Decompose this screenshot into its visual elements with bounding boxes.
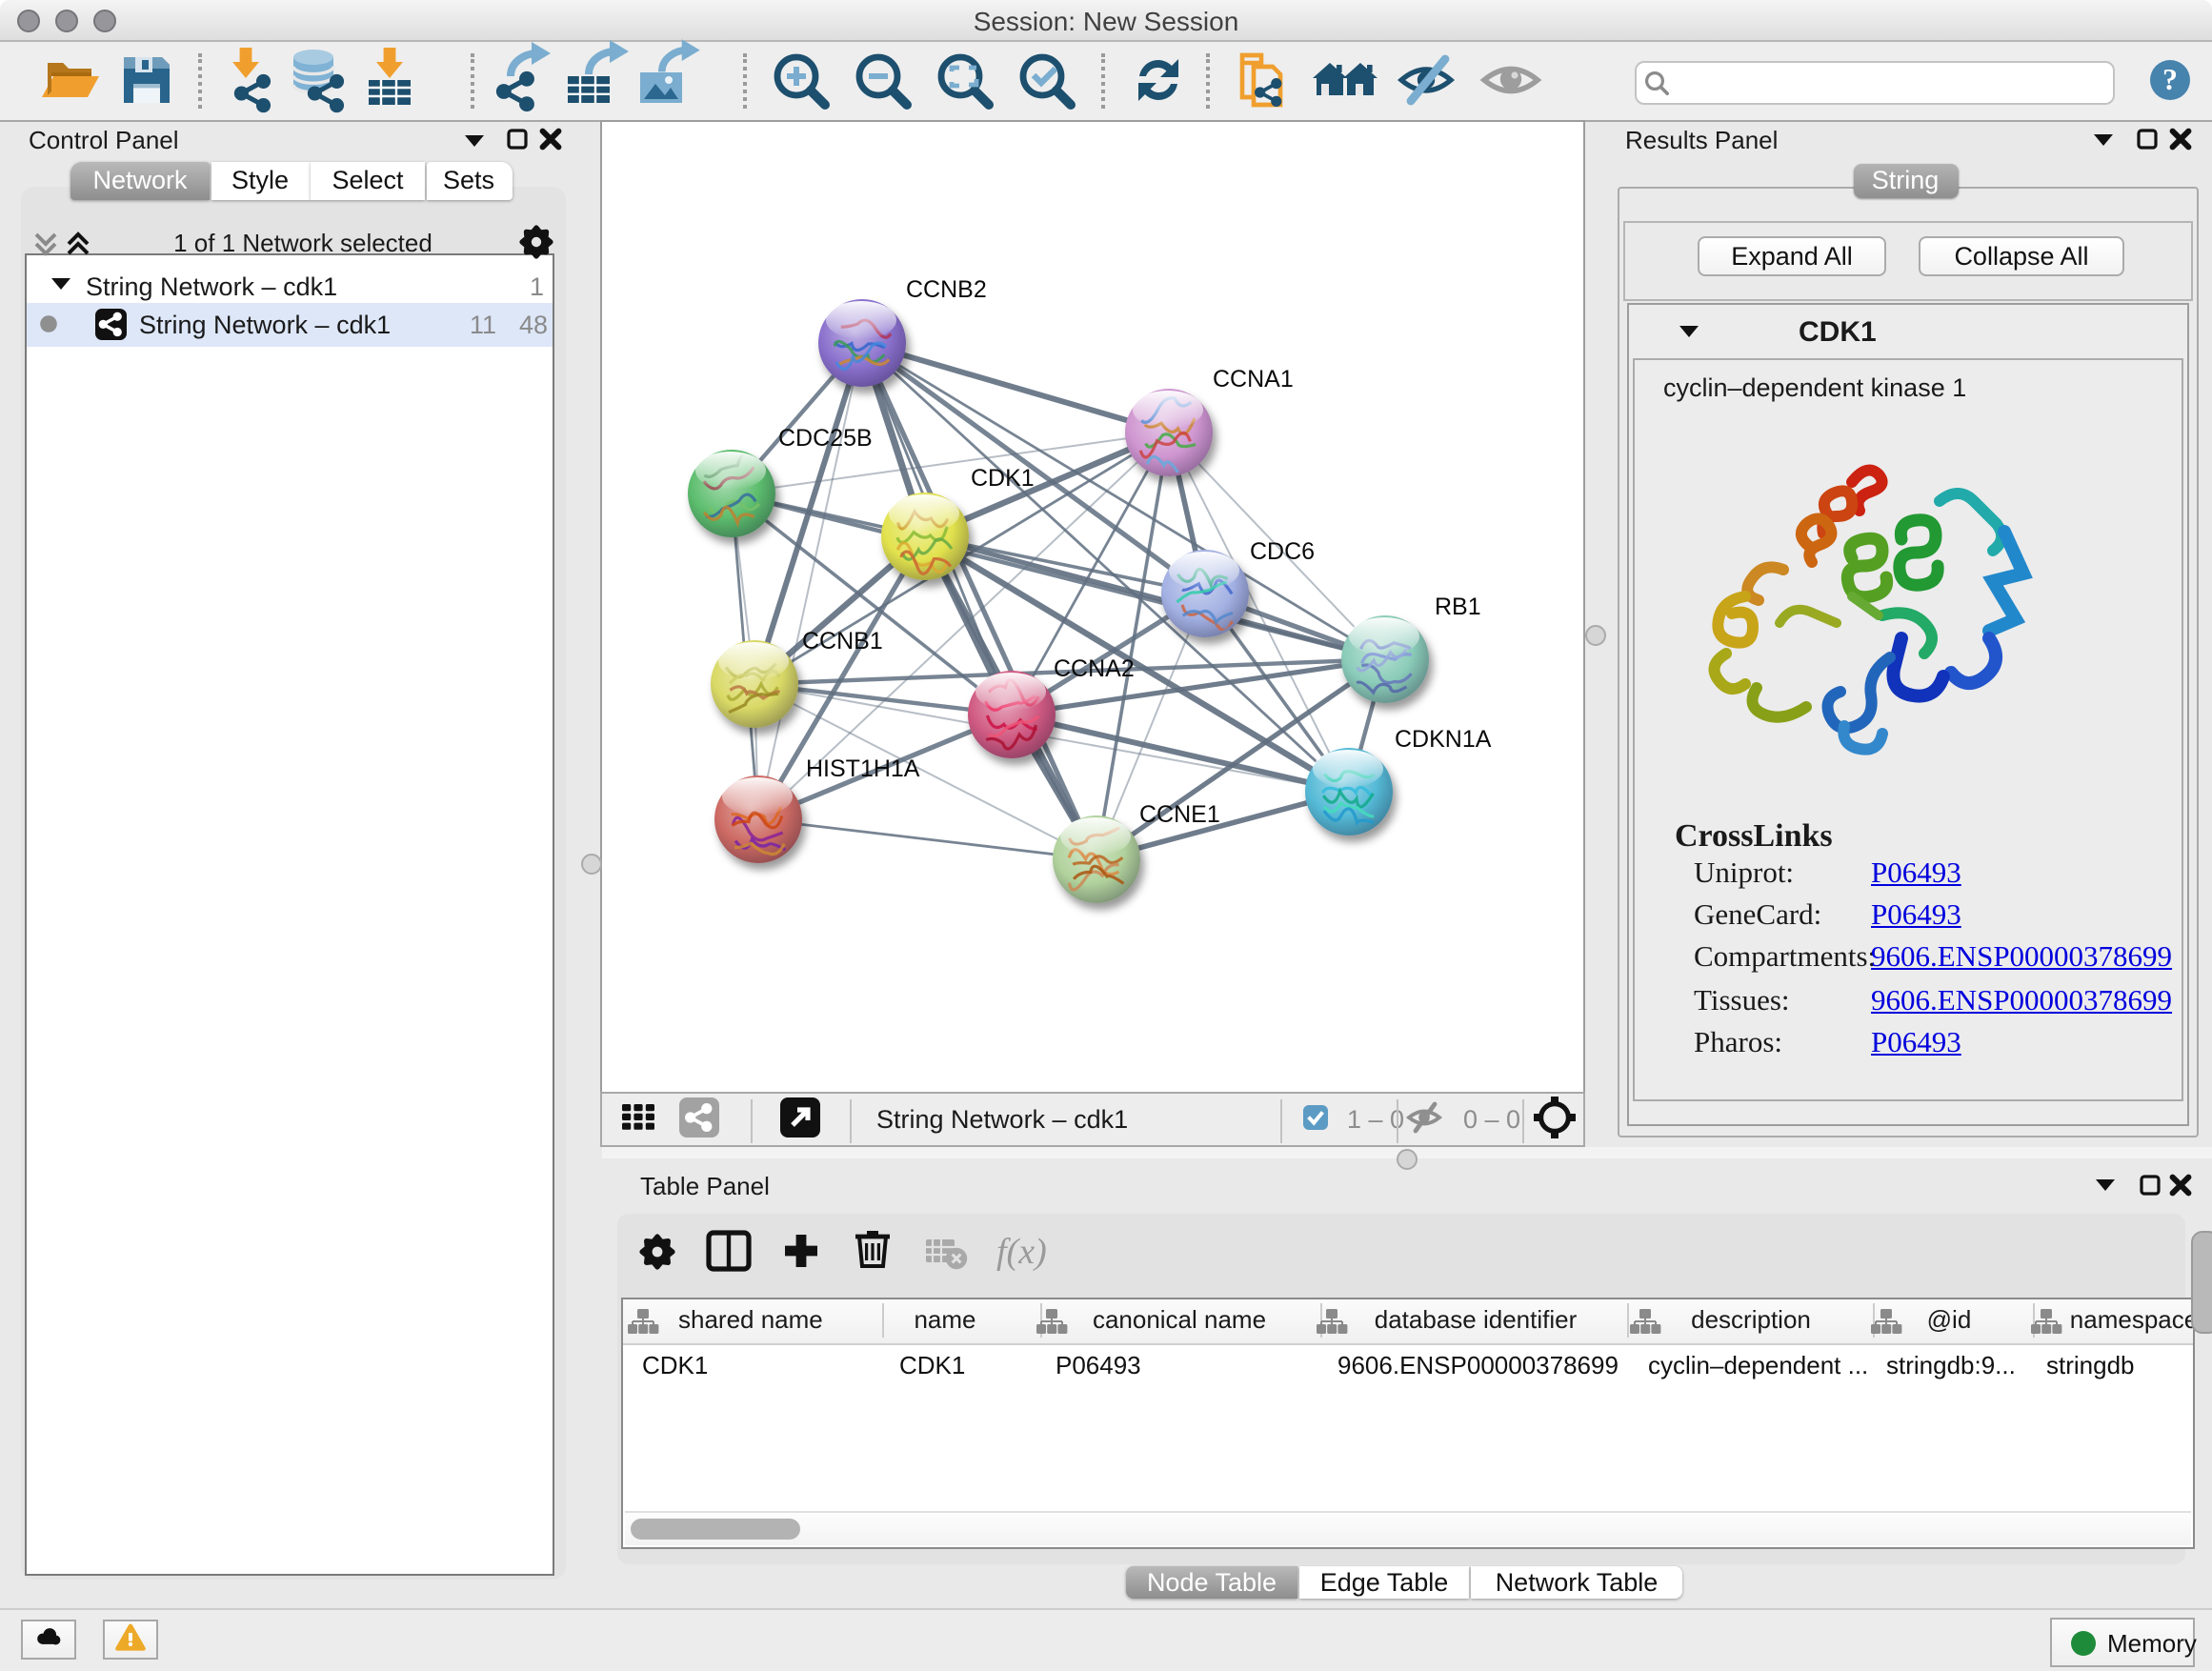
svg-text:RB1: RB1 [1435, 593, 1481, 619]
svg-text:CDK1: CDK1 [971, 464, 1035, 491]
svg-text:CCNB2: CCNB2 [906, 275, 987, 302]
svg-text:CDC6: CDC6 [1250, 537, 1315, 564]
svg-text:CCNE1: CCNE1 [1139, 800, 1220, 827]
svg-text:CCNA2: CCNA2 [1054, 654, 1135, 681]
svg-text:CDKN1A: CDKN1A [1395, 725, 1492, 752]
svg-text:CCNB1: CCNB1 [802, 627, 883, 654]
svg-text:CCNA1: CCNA1 [1213, 365, 1294, 392]
svg-text:HIST1H1A: HIST1H1A [806, 755, 920, 781]
svg-text:CDC25B: CDC25B [778, 424, 873, 451]
